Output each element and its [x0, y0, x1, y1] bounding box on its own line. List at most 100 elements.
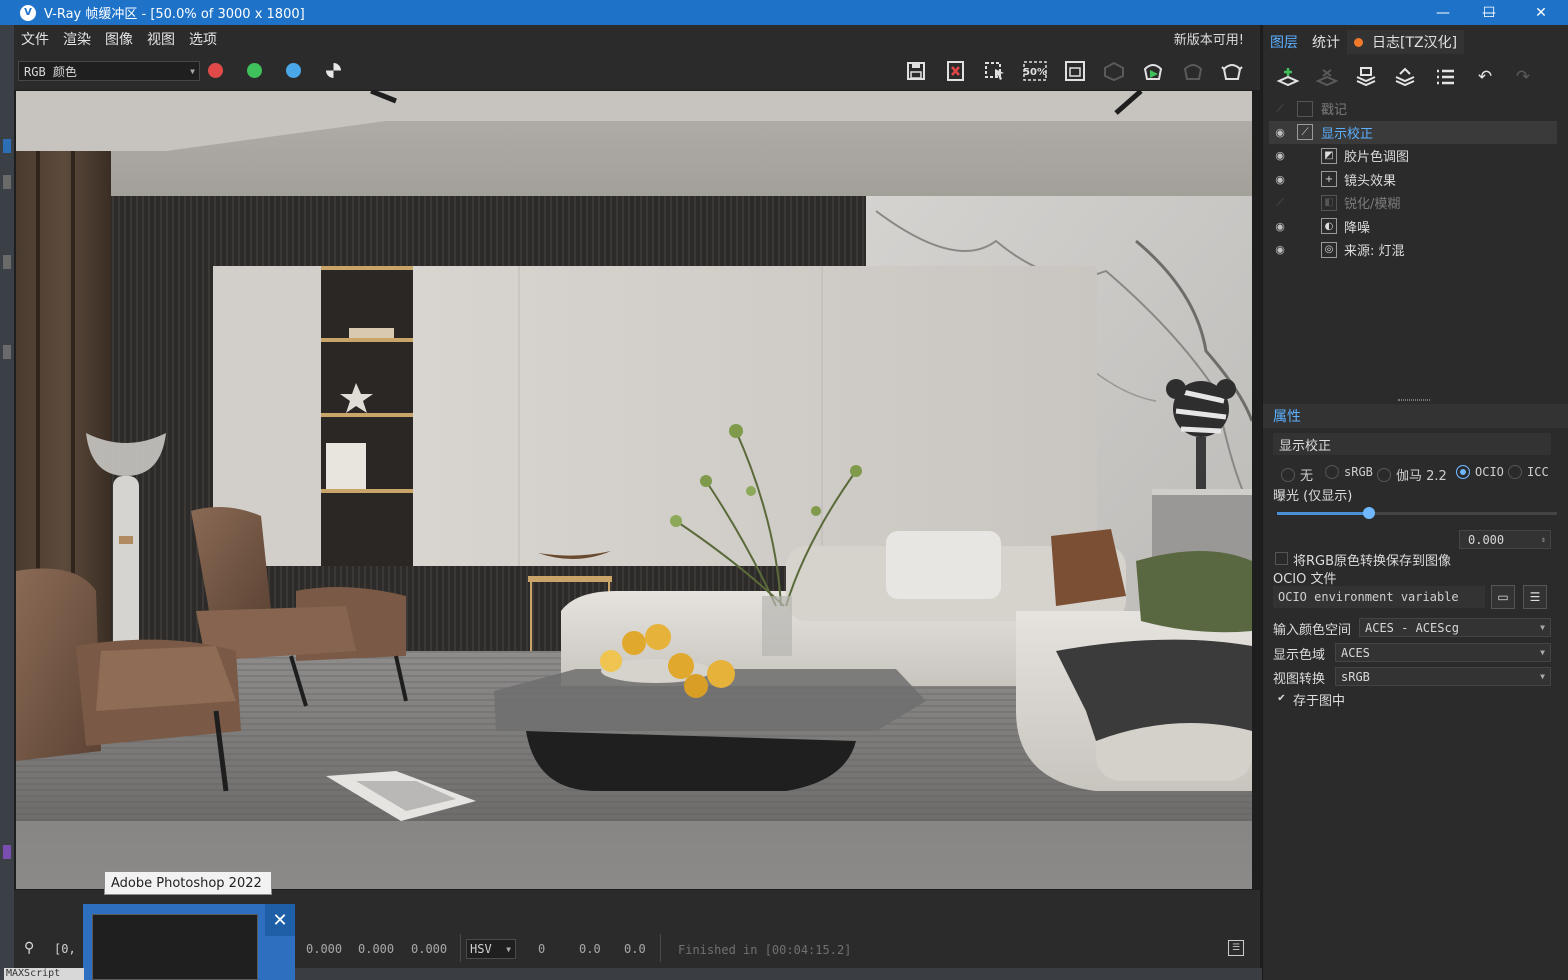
radio-ocio-indicator: [1456, 465, 1470, 479]
render-viewport[interactable]: [16, 91, 1252, 889]
color-mode-select[interactable]: HSV ▼: [466, 939, 516, 959]
save-layers-icon[interactable]: [1353, 65, 1379, 89]
layer-type-icon: ◎: [1321, 241, 1337, 258]
radio-icc-indicator: [1508, 465, 1522, 479]
update-notice-link[interactable]: 新版本可用!: [1174, 29, 1244, 48]
save-image-icon[interactable]: [904, 59, 930, 83]
input-colorspace-select[interactable]: ACES - ACEScg ▼: [1359, 618, 1551, 637]
mode-radio-icc[interactable]: ICC: [1508, 465, 1549, 479]
exposure-slider[interactable]: [1277, 507, 1557, 519]
exposure-value-field[interactable]: 0.000 ⇕: [1459, 530, 1551, 549]
layer-row[interactable]: ⟋ ◧ 锐化/模糊: [1269, 191, 1557, 215]
red-channel-button[interactable]: [208, 63, 223, 78]
menu-options[interactable]: 选项: [182, 29, 224, 49]
channel-select[interactable]: RGB 颜色 ▼: [18, 61, 200, 81]
panel-splitter[interactable]: [1263, 397, 1568, 403]
ocio-file-input[interactable]: OCIO environment variable: [1273, 586, 1485, 608]
layer-type-icon: ⟋: [1297, 124, 1313, 141]
chevron-down-icon: ▼: [1540, 648, 1545, 657]
photoshop-thumbnail[interactable]: ✕: [83, 904, 295, 980]
layer-row[interactable]: ◉ ⟋ 显示校正: [1269, 120, 1557, 144]
eye-off-icon[interactable]: ⟋: [1273, 102, 1287, 116]
display-select[interactable]: ACES ▼: [1335, 643, 1551, 662]
view-transform-select[interactable]: sRGB ▼: [1335, 667, 1551, 686]
window-close-button[interactable]: ✕: [1518, 0, 1564, 25]
chevron-down-icon: ▼: [190, 66, 195, 76]
undo-icon[interactable]: ↶: [1472, 65, 1498, 89]
menu-file[interactable]: 文件: [14, 29, 56, 49]
list-icon[interactable]: [1432, 65, 1458, 89]
clear-image-icon[interactable]: [943, 59, 969, 83]
chevron-down-icon: ▼: [1540, 623, 1545, 632]
redo-icon[interactable]: ↷: [1510, 65, 1536, 89]
remove-layer-icon[interactable]: [1314, 65, 1340, 89]
window-title: V-Ray 帧缓冲区 - [50.0% of 3000 x 1800]: [44, 7, 305, 22]
mode-radio-srgb[interactable]: sRGB: [1325, 465, 1373, 479]
chevron-down-icon: ▼: [1540, 672, 1545, 681]
menu-image[interactable]: 图像: [98, 29, 140, 49]
render-icon[interactable]: [1140, 59, 1166, 83]
slider-handle[interactable]: [1363, 507, 1376, 519]
layer-type-icon: ◐: [1321, 218, 1337, 235]
blue-channel-button[interactable]: [286, 63, 301, 78]
save-rgb-checkbox[interactable]: [1275, 552, 1288, 565]
eye-icon[interactable]: ◉: [1273, 173, 1287, 186]
chevron-down-icon: ▼: [506, 944, 511, 954]
menu-view[interactable]: 视图: [140, 29, 182, 49]
vray-logo-icon: V: [20, 4, 36, 21]
tab-stats[interactable]: 统计: [1305, 30, 1347, 54]
mono-channel-button[interactable]: [326, 63, 341, 78]
region-select-icon[interactable]: [982, 59, 1008, 83]
render-interactive-icon[interactable]: [1180, 59, 1206, 83]
window-maximize-button[interactable]: ☐: [1466, 0, 1512, 25]
green-channel-button[interactable]: [247, 63, 262, 78]
menu-render[interactable]: 渲染: [56, 29, 98, 49]
rendered-image: [16, 91, 1252, 889]
layer-label: 显示校正: [1321, 126, 1374, 142]
log-toggle-icon[interactable]: ☰: [1228, 940, 1244, 956]
close-icon[interactable]: ✕: [265, 904, 295, 936]
spinner-icon[interactable]: ⇕: [1541, 535, 1546, 544]
layer-row[interactable]: ◉ ◎ 来源: 灯混: [1269, 238, 1557, 262]
layer-label: 戳记: [1321, 103, 1348, 119]
layer-label: 锐化/模糊: [1344, 197, 1401, 213]
folder-icon[interactable]: ▭: [1491, 585, 1515, 609]
thumbnail-preview: [92, 914, 258, 980]
window-minimize-button[interactable]: —: [1420, 0, 1466, 25]
store-in-image-checkbox[interactable]: ✔: [1275, 692, 1288, 705]
pin-icon[interactable]: ⚲: [24, 940, 34, 956]
layer-type-icon: +: [1321, 171, 1337, 188]
region-render-icon[interactable]: [1062, 59, 1088, 83]
layer-row[interactable]: ◉ ◩ 胶片色调图: [1269, 144, 1557, 168]
eye-icon[interactable]: ◉: [1273, 243, 1287, 256]
layer-row[interactable]: ◉ ◐ 降噪: [1269, 215, 1557, 239]
host-app-strip: [0, 25, 14, 980]
layer-name-field[interactable]: 显示校正: [1273, 433, 1551, 455]
mode-radio-ocio[interactable]: OCIO: [1456, 465, 1504, 479]
track-mouse-icon[interactable]: [1101, 59, 1127, 83]
eye-icon[interactable]: ◉: [1273, 126, 1287, 139]
eye-off-icon[interactable]: ⟋: [1273, 196, 1287, 210]
add-layer-icon[interactable]: [1275, 65, 1301, 89]
zoom-50-icon[interactable]: 50%: [1022, 59, 1048, 83]
pixel-h-value: 0: [538, 942, 546, 956]
layer-type-icon: [1297, 100, 1313, 117]
mode-radio-gamma[interactable]: 伽马 2.2: [1377, 465, 1447, 484]
pixel-s-value: 0.0: [579, 942, 601, 956]
teapot-render-icon[interactable]: [1219, 59, 1245, 83]
list-icon[interactable]: ☰: [1523, 585, 1547, 609]
pixel-g-value: 0.000: [358, 942, 395, 956]
save-rgb-label: 将RGB原色转换保存到图像: [1293, 554, 1452, 569]
maxscript-listener[interactable]: MAXScript: [4, 968, 84, 980]
zoom-50-label: 50%: [1023, 67, 1047, 78]
ocio-file-label: OCIO 文件: [1273, 572, 1337, 587]
eye-icon[interactable]: ◉: [1273, 149, 1287, 162]
layer-row[interactable]: ◉ + 镜头效果: [1269, 168, 1557, 192]
load-layers-icon[interactable]: [1392, 65, 1418, 89]
pixel-coordinate: [0,: [54, 942, 76, 956]
mode-radio-none[interactable]: 无: [1281, 465, 1313, 484]
layer-row[interactable]: ⟋ 戳记: [1269, 97, 1557, 121]
eye-icon[interactable]: ◉: [1273, 220, 1287, 233]
tab-log[interactable]: 日志[TZ汉化]: [1347, 30, 1465, 54]
tab-layers[interactable]: 图层: [1263, 30, 1305, 54]
